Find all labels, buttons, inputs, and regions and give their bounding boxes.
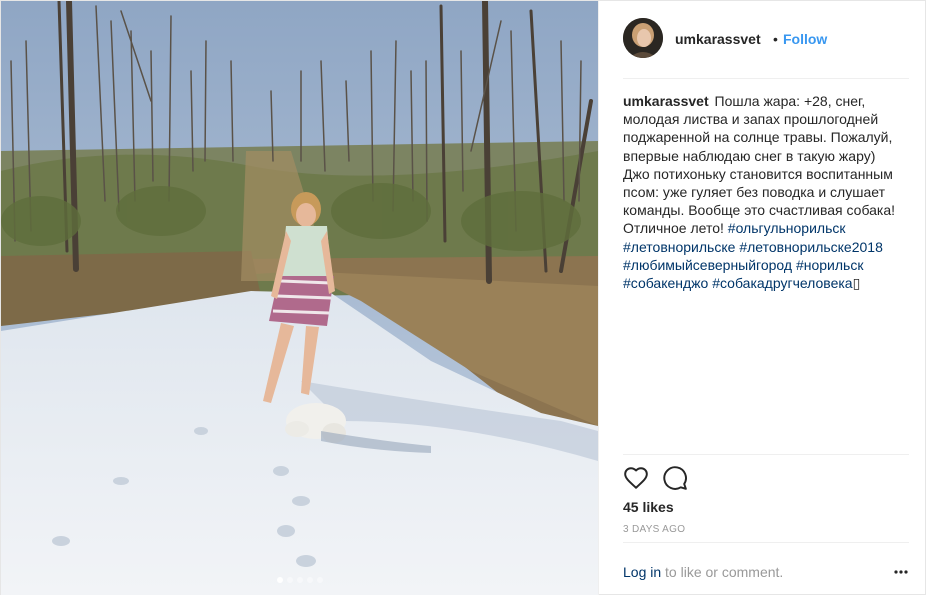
carousel-dot[interactable] (306, 577, 313, 583)
carousel-dot[interactable] (296, 577, 303, 583)
post-image (1, 1, 598, 595)
hashtag-link[interactable]: #собакадругчеловека (712, 275, 852, 291)
post-side-panel: umkarassvet • Follow umkarassvet Пошла ж… (598, 1, 925, 595)
carousel-dot[interactable] (286, 577, 293, 583)
post-caption: umkarassvet Пошла жара: +28, снег, молод… (623, 92, 905, 292)
separator-dot: • (773, 31, 778, 47)
trailing-glyph: ▯ (852, 275, 861, 292)
post-header: umkarassvet • Follow (599, 1, 925, 78)
hashtag-link[interactable]: #летовнорильске (623, 239, 735, 255)
likes-count[interactable]: 45 likes (623, 499, 674, 515)
more-options-icon[interactable] (893, 564, 909, 580)
hashtag-link[interactable]: #норильск (796, 257, 864, 273)
hashtag-link[interactable]: #летовнорильске2018 (739, 239, 883, 255)
hashtag-link[interactable]: #ольгульнорильск (728, 220, 846, 236)
login-suffix: to like or comment. (661, 564, 784, 580)
divider (623, 542, 909, 543)
login-prompt: Log in to like or comment. (623, 564, 783, 580)
hashtag-link[interactable]: #любимыйсеверныйгород (623, 257, 792, 273)
caption-username-link[interactable]: umkarassvet (623, 93, 709, 109)
avatar-image (623, 18, 663, 58)
carousel-dot[interactable] (276, 577, 283, 583)
carousel-dot[interactable] (316, 577, 323, 583)
avatar[interactable] (623, 18, 663, 58)
divider (623, 78, 909, 79)
hashtag-link[interactable]: #собакенджо (623, 275, 708, 291)
username-link[interactable]: umkarassvet (675, 31, 761, 47)
post-timestamp[interactable]: 3 DAYS AGO (623, 524, 685, 535)
follow-button[interactable]: Follow (783, 31, 827, 47)
comment-icon[interactable] (662, 465, 688, 491)
caption-text: Пошла жара: +28, снег, молодая листва и … (623, 93, 896, 237)
post-photo[interactable] (1, 1, 598, 595)
divider (623, 454, 909, 455)
login-link[interactable]: Log in (623, 564, 661, 580)
carousel-indicator (1, 577, 598, 583)
heart-icon[interactable] (623, 465, 649, 491)
